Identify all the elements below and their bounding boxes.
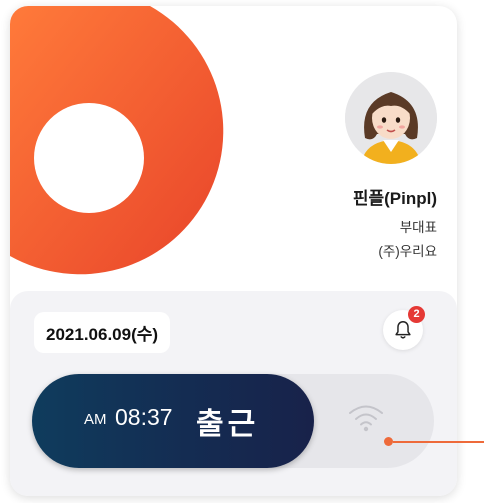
profile-title: 부대표 xyxy=(399,220,437,235)
bell-icon xyxy=(395,321,411,339)
date-display: 2021.06.09(수) xyxy=(34,312,171,353)
avatar[interactable] xyxy=(345,72,437,164)
profile-name: 핀플(Pinpl) xyxy=(352,189,437,208)
profile-company: (주)우리요 xyxy=(378,244,437,259)
notification-badge: 2 xyxy=(408,306,425,323)
clock-in-button[interactable]: AM 08:37 출근 xyxy=(32,374,314,468)
attendance-card: 핀플(Pinpl) 부대표 (주)우리요 2021.06.09(수) 2 AM … xyxy=(10,6,457,496)
clock-in-label: 출근 xyxy=(196,408,260,441)
attendance-panel: 2021.06.09(수) 2 AM 08:37 출근 xyxy=(10,291,457,496)
wifi-icon xyxy=(349,405,383,432)
brand-shape xyxy=(10,6,224,275)
current-time: 08:37 xyxy=(115,404,173,430)
callout-dot xyxy=(384,437,393,446)
notification-button[interactable]: 2 xyxy=(383,306,425,350)
user-avatar-icon xyxy=(345,72,437,164)
ampm-label: AM xyxy=(84,411,107,428)
callout-line xyxy=(393,441,484,443)
clock-in-slider[interactable]: AM 08:37 출근 xyxy=(32,374,434,468)
